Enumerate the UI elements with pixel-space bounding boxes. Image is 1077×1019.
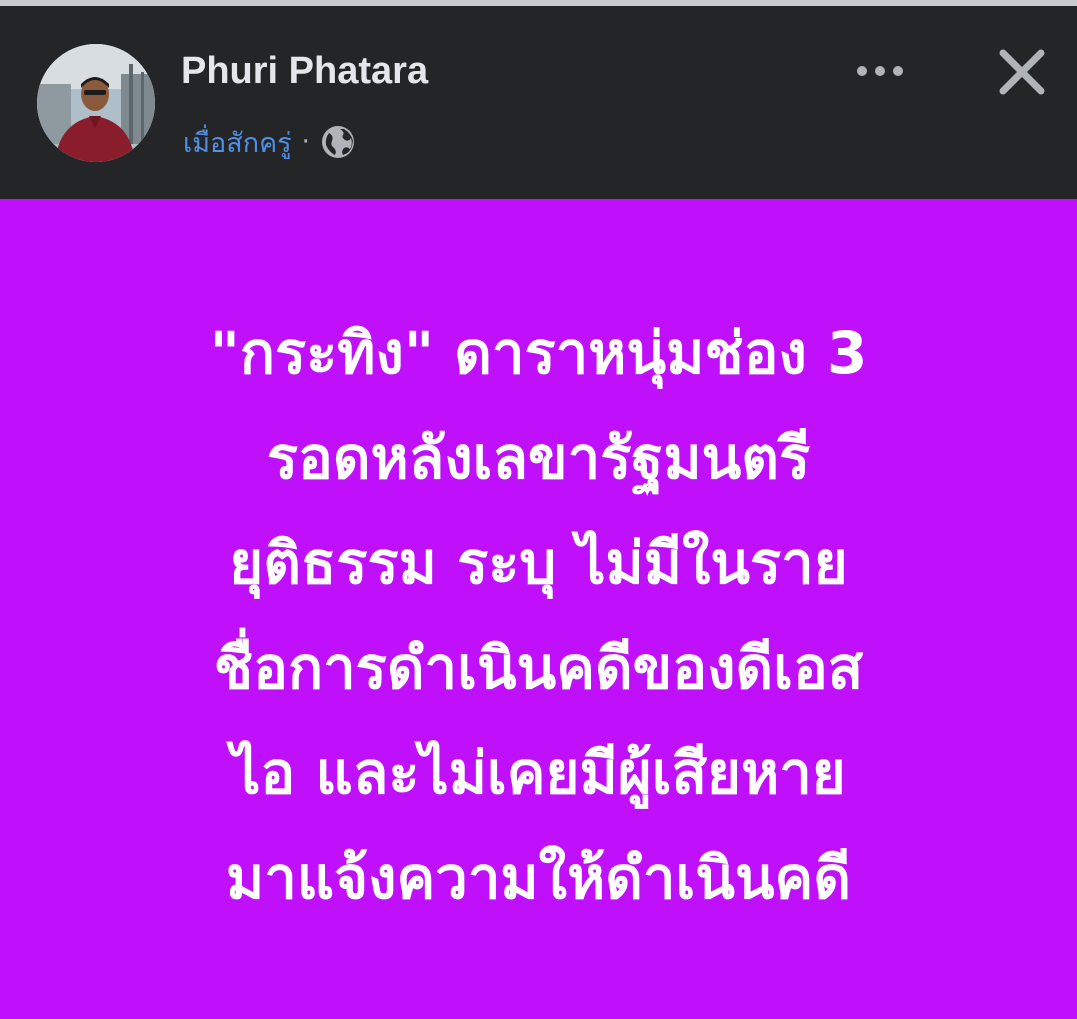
close-button[interactable] <box>990 40 1054 104</box>
post-text-line: ยุติธรรม ระบุ ไม่มีในราย <box>229 529 848 597</box>
globe-icon[interactable] <box>320 124 356 160</box>
post-header: Phuri Phatara เมื่อสักครู่ · <box>0 6 1077 199</box>
close-icon <box>999 49 1045 95</box>
post-text-line: ไอ และไม่เคยมีผู้เสียหาย <box>231 739 846 807</box>
post-text-line: มาแจ้งความให้ดำเนินคดี <box>225 844 852 912</box>
post-text: "กระทิง" ดาราหนุ่มช่อง 3 รอดหลังเลขารัฐม… <box>40 301 1037 931</box>
post-text-line: รอดหลังเลขารัฐมนตรี <box>266 424 811 492</box>
post-text-line: ชื่อการดำเนินคดีของดีเอส <box>213 634 864 702</box>
post-text-line: "กระทิง" ดาราหนุ่มช่อง 3 <box>209 319 868 387</box>
author-name[interactable]: Phuri Phatara <box>181 50 428 93</box>
avatar[interactable] <box>37 44 155 162</box>
meta-separator: · <box>301 127 310 157</box>
more-options-button[interactable] <box>848 51 912 91</box>
post-body: "กระทิง" ดาราหนุ่มช่อง 3 รอดหลังเลขารัฐม… <box>0 199 1077 1019</box>
more-horizontal-icon <box>857 66 903 76</box>
post-timestamp[interactable]: เมื่อสักครู่ <box>183 121 292 164</box>
post-meta: เมื่อสักครู่ · <box>183 122 356 162</box>
